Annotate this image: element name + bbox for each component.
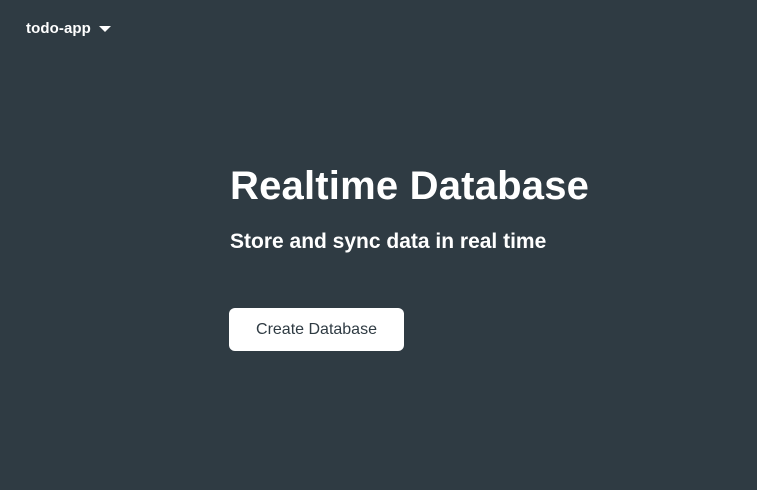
page-title: Realtime Database bbox=[230, 164, 590, 208]
project-name: todo-app bbox=[26, 19, 91, 37]
page-subtitle: Store and sync data in real time bbox=[230, 230, 547, 253]
create-database-button[interactable]: Create Database bbox=[229, 308, 404, 351]
caret-down-icon bbox=[98, 25, 111, 32]
hero-section: Realtime Database Store and sync data in… bbox=[230, 160, 589, 256]
project-selector[interactable]: todo-app bbox=[26, 17, 111, 39]
